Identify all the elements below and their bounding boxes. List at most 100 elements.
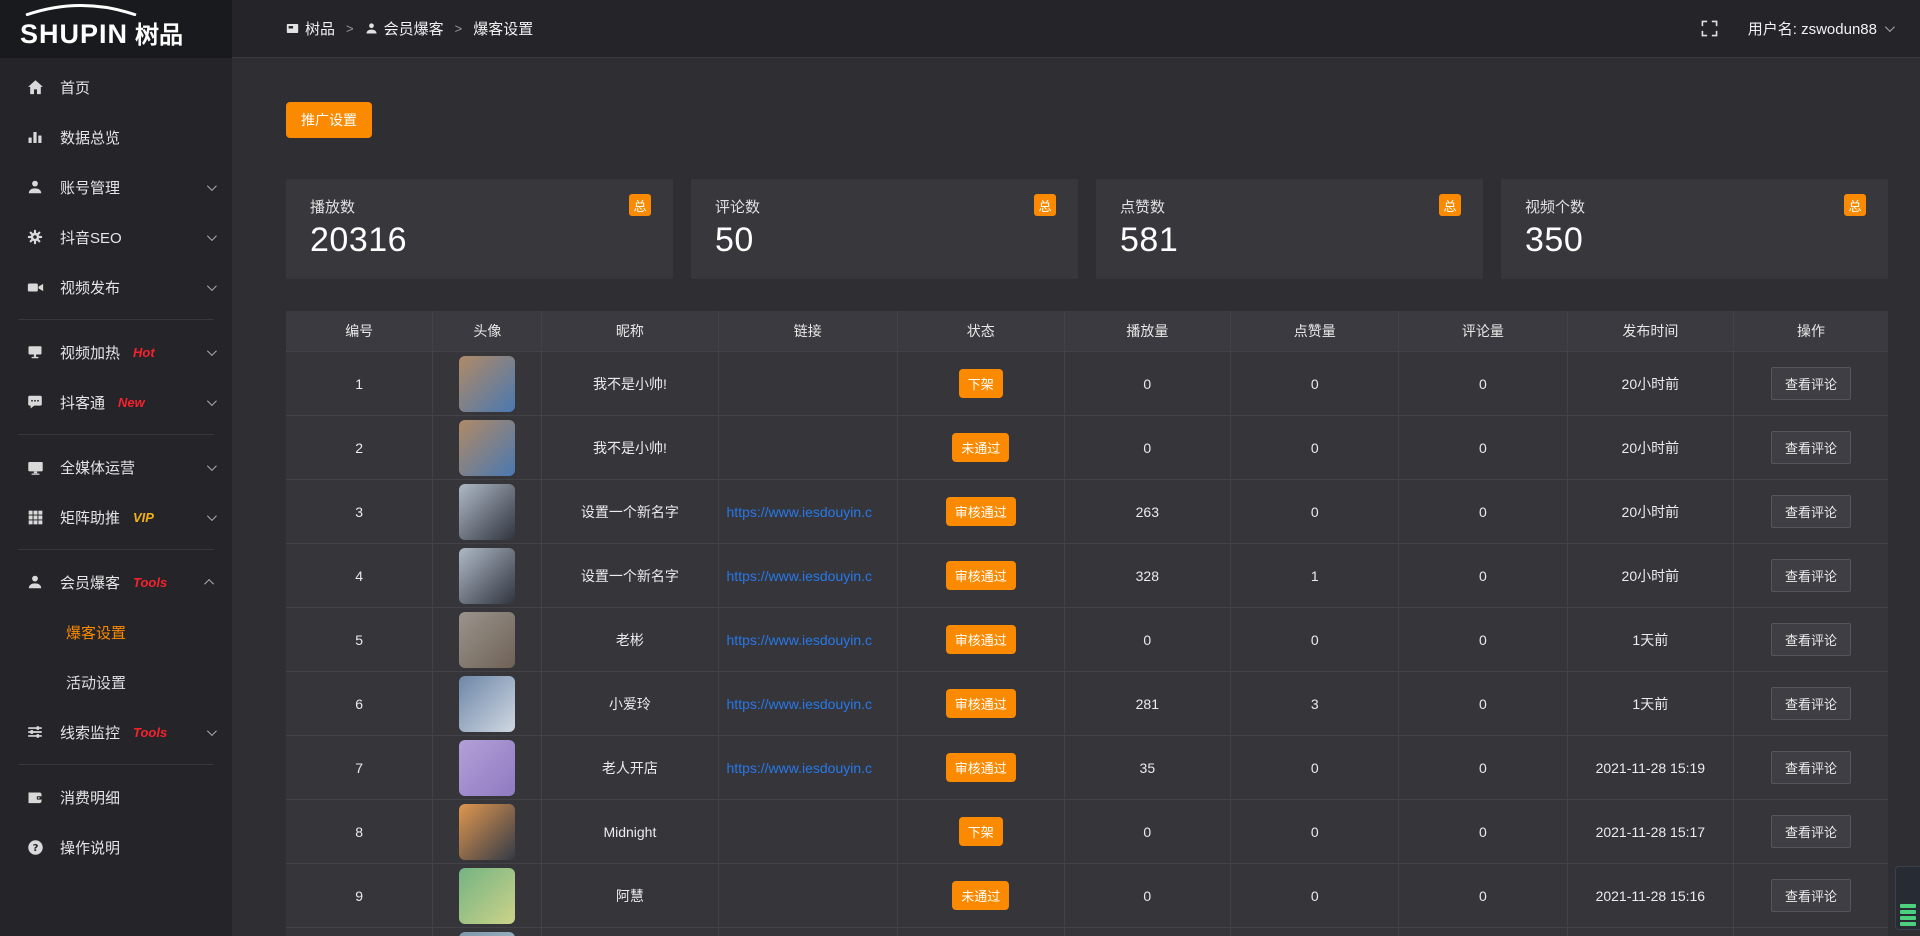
publish-time: 2021-11-28 15:16 bbox=[1568, 864, 1735, 927]
comments-count: 0 bbox=[1399, 736, 1567, 799]
nickname: 我不是小帅! bbox=[542, 416, 718, 479]
link-cell: https://www.iesdouyin.c bbox=[719, 672, 898, 735]
new-badge: New bbox=[118, 395, 145, 410]
avatar-cell bbox=[433, 864, 542, 927]
status-cell bbox=[898, 928, 1065, 936]
screen-icon bbox=[286, 22, 299, 35]
video-link[interactable]: https://www.iesdouyin.c bbox=[719, 696, 897, 712]
action-cell: 查看评论 bbox=[1734, 416, 1888, 479]
status-badge: 审核通过 bbox=[946, 561, 1016, 590]
view-comments-button[interactable]: 查看评论 bbox=[1771, 495, 1851, 528]
status-cell: 下架 bbox=[898, 352, 1065, 415]
sidebar-item-account-management[interactable]: 账号管理 bbox=[0, 162, 232, 212]
sidebar-item-doukertong[interactable]: 抖客通 New bbox=[0, 377, 232, 427]
likes-count: 3 bbox=[1231, 672, 1399, 735]
vip-badge: VIP bbox=[133, 510, 154, 525]
sidebar-item-clue-monitor[interactable]: 线索监控 Tools bbox=[0, 707, 232, 757]
sidebar-item-operation-guide[interactable]: ? 操作说明 bbox=[0, 822, 232, 872]
user-menu[interactable]: 用户名: zswodun88 bbox=[1748, 18, 1892, 39]
view-comments-button[interactable]: 查看评论 bbox=[1771, 431, 1851, 464]
link-cell bbox=[719, 352, 898, 415]
video-link[interactable]: https://www.iesdouyin.c bbox=[719, 760, 897, 776]
publish-time: 20小时前 bbox=[1568, 544, 1735, 607]
stat-value: 50 bbox=[715, 221, 1054, 260]
plays-count: 0 bbox=[1065, 608, 1232, 671]
video-camera-icon bbox=[25, 279, 45, 296]
service-float-widget[interactable] bbox=[1895, 866, 1920, 930]
video-link[interactable]: https://www.iesdouyin.c bbox=[719, 568, 897, 584]
sidebar-divider bbox=[18, 764, 214, 765]
home-icon bbox=[25, 79, 45, 96]
comments-count: 0 bbox=[1399, 608, 1567, 671]
view-comments-button[interactable]: 查看评论 bbox=[1771, 623, 1851, 656]
logo-text: SHUPIN 树品 bbox=[20, 15, 183, 50]
sidebar-item-label: 抖音SEO bbox=[60, 227, 122, 248]
total-badge: 总 bbox=[1439, 194, 1461, 216]
avatar bbox=[459, 484, 515, 540]
avatar-cell bbox=[433, 416, 542, 479]
sidebar-item-data-overview[interactable]: 数据总览 bbox=[0, 112, 232, 162]
action-cell: 查看评论 bbox=[1734, 736, 1888, 799]
topbar-right: 用户名: zswodun88 bbox=[1701, 18, 1892, 39]
table-body: 1 我不是小帅! 下架 0 0 0 20小时前 查看评论 2 我不是小帅! 未通… bbox=[286, 352, 1888, 936]
breadcrumb-item-baoke-settings: 爆客设置 bbox=[473, 18, 533, 39]
sidebar-item-label: 账号管理 bbox=[60, 177, 120, 198]
breadcrumb-item-shupin[interactable]: 树品 bbox=[286, 18, 335, 39]
sidebar-subitem-baoke-settings[interactable]: 爆客设置 bbox=[0, 607, 232, 657]
table-header-row: 编号 头像 昵称 链接 状态 播放量 点赞量 评论量 发布时间 操作 bbox=[286, 311, 1888, 352]
comments-count: 0 bbox=[1399, 480, 1567, 543]
view-comments-button[interactable]: 查看评论 bbox=[1771, 559, 1851, 592]
link-cell: https://www.iesdouyin.c bbox=[719, 736, 898, 799]
likes-count bbox=[1231, 928, 1399, 936]
sidebar-item-member-baoke[interactable]: 会员爆客 Tools bbox=[0, 557, 232, 607]
avatar-cell bbox=[433, 800, 542, 863]
sidebar-item-label: 消费明细 bbox=[60, 787, 120, 808]
video-link[interactable]: https://www.iesdouyin.c bbox=[719, 504, 897, 520]
likes-count: 0 bbox=[1231, 864, 1399, 927]
user-icon bbox=[25, 574, 45, 590]
header-cell-comments: 评论量 bbox=[1399, 311, 1567, 351]
view-comments-button[interactable]: 查看评论 bbox=[1771, 879, 1851, 912]
header-cell-avatar: 头像 bbox=[433, 311, 542, 351]
status-cell: 审核通过 bbox=[898, 544, 1065, 607]
sidebar-item-video-publish[interactable]: 视频发布 bbox=[0, 262, 232, 312]
promotion-settings-button[interactable]: 推广设置 bbox=[286, 102, 372, 138]
plays-count: 263 bbox=[1065, 480, 1232, 543]
sidebar-item-home[interactable]: 首页 bbox=[0, 62, 232, 112]
stat-card-comments: 评论数 50 总 bbox=[691, 179, 1078, 279]
fullscreen-icon[interactable] bbox=[1701, 20, 1718, 37]
row-number: 5 bbox=[286, 608, 433, 671]
action-cell: 查看评论 bbox=[1734, 928, 1888, 936]
chevron-down-icon bbox=[207, 234, 214, 241]
nickname: Midnight bbox=[542, 800, 718, 863]
sidebar-item-omni-media[interactable]: 全媒体运营 bbox=[0, 442, 232, 492]
view-comments-button[interactable]: 查看评论 bbox=[1771, 751, 1851, 784]
sidebar-item-label: 数据总览 bbox=[60, 127, 120, 148]
header-cell-nickname: 昵称 bbox=[542, 311, 718, 351]
plays-count: 328 bbox=[1065, 544, 1232, 607]
status-cell: 审核通过 bbox=[898, 736, 1065, 799]
sidebar-item-douyin-seo[interactable]: 抖音SEO bbox=[0, 212, 232, 262]
breadcrumb-item-member-baoke[interactable]: 会员爆客 bbox=[365, 18, 444, 39]
sidebar-item-video-heat[interactable]: 视频加热 Hot bbox=[0, 327, 232, 377]
video-link[interactable]: https://www.iesdouyin.c bbox=[719, 632, 897, 648]
sidebar-subitem-activity-settings[interactable]: 活动设置 bbox=[0, 657, 232, 707]
view-comments-button[interactable]: 查看评论 bbox=[1771, 687, 1851, 720]
link-cell bbox=[719, 928, 898, 936]
breadcrumb: 树品 > 会员爆客 > 爆客设置 bbox=[286, 18, 533, 39]
sidebar-item-matrix-boost[interactable]: 矩阵助推 VIP bbox=[0, 492, 232, 542]
table-row: 2 我不是小帅! 未通过 0 0 0 20小时前 查看评论 bbox=[286, 416, 1888, 480]
stat-value: 20316 bbox=[310, 221, 649, 260]
sidebar-item-consumption-detail[interactable]: 消费明细 bbox=[0, 772, 232, 822]
status-badge: 下架 bbox=[959, 817, 1003, 846]
view-comments-button[interactable]: 查看评论 bbox=[1771, 367, 1851, 400]
app-logo: SHUPIN 树品 bbox=[0, 0, 232, 58]
avatar-cell bbox=[433, 736, 542, 799]
view-comments-button[interactable]: 查看评论 bbox=[1771, 815, 1851, 848]
widget-bar bbox=[1900, 910, 1916, 914]
publish-time: 1天前 bbox=[1568, 608, 1735, 671]
avatar-cell bbox=[433, 352, 542, 415]
app-root: SHUPIN 树品 首页 数据总览 账号管理 抖音SEO bbox=[0, 0, 1920, 936]
sidebar: SHUPIN 树品 首页 数据总览 账号管理 抖音SEO bbox=[0, 0, 232, 936]
plays-count: 0 bbox=[1065, 352, 1232, 415]
